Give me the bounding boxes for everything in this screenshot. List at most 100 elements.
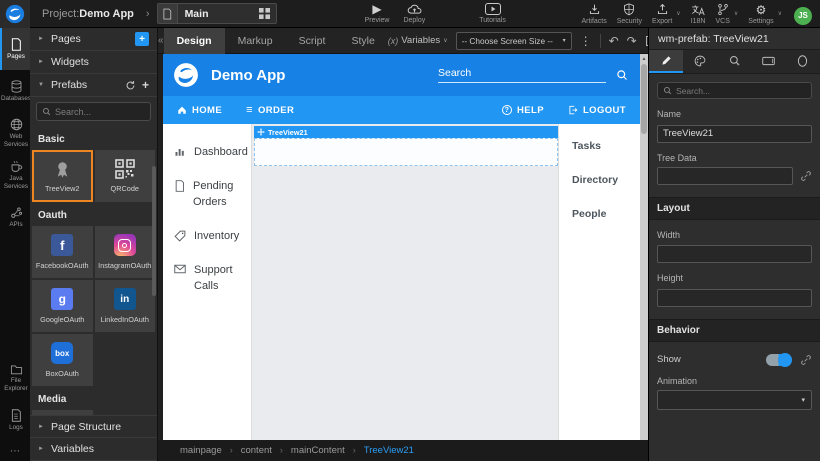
- export-button[interactable]: Export: [652, 3, 672, 25]
- refresh-prefabs-icon[interactable]: [125, 80, 136, 91]
- treeview-widget-label[interactable]: TreeView21: [254, 126, 558, 138]
- tutorials-button[interactable]: Tutorials: [479, 3, 506, 24]
- nav-logout[interactable]: LOGOUT: [568, 105, 626, 116]
- select-caret-icon: ▾: [801, 396, 805, 404]
- tab-device[interactable]: [752, 50, 786, 73]
- breadcrumb-mainpage[interactable]: mainpage: [180, 445, 222, 456]
- sidebar-item-support-calls[interactable]: Support Calls: [163, 254, 251, 304]
- show-toggle[interactable]: [766, 354, 791, 366]
- tree-data-input[interactable]: [657, 167, 793, 185]
- canvas-zone: Demo App Search HOME ≡ ORDER: [158, 54, 648, 440]
- redo-button[interactable]: ↷: [627, 34, 637, 48]
- i18n-button[interactable]: I18N: [691, 4, 706, 25]
- prefab-search[interactable]: [36, 102, 151, 121]
- layout-section-header[interactable]: Layout: [649, 197, 820, 220]
- variables-section-header[interactable]: ► Variables: [30, 438, 157, 461]
- rail-item-logs[interactable]: Logs: [0, 399, 30, 441]
- security-button[interactable]: Security: [617, 3, 642, 25]
- breadcrumb-content[interactable]: content: [222, 445, 272, 456]
- rail-item-file-explorer[interactable]: File Explorer: [0, 357, 30, 399]
- variables-dropdown[interactable]: (x) Variables ∨: [388, 35, 448, 46]
- add-page-button[interactable]: +: [135, 32, 149, 46]
- name-input[interactable]: [657, 125, 812, 143]
- behavior-section-header[interactable]: Behavior: [649, 319, 820, 342]
- panel-item-people[interactable]: People: [572, 208, 640, 220]
- width-input[interactable]: [657, 245, 812, 263]
- animation-select[interactable]: ▾: [657, 390, 812, 410]
- add-prefab-button[interactable]: +: [142, 78, 149, 92]
- prefab-tile-qrcode[interactable]: QRCode: [95, 150, 156, 202]
- wavemaker-logo[interactable]: [0, 0, 30, 28]
- properties-search[interactable]: [657, 82, 812, 99]
- sidebar-item-pending-orders[interactable]: Pending Orders: [163, 170, 251, 220]
- panel-item-directory[interactable]: Directory: [572, 174, 640, 186]
- prefab-tile-media[interactable]: ▶: [32, 410, 93, 415]
- pages-section-header[interactable]: ► Pages +: [30, 28, 157, 51]
- height-input[interactable]: [657, 289, 812, 307]
- prefabs-section-header[interactable]: ▼ Prefabs +: [30, 74, 157, 97]
- treeview-widget[interactable]: TreeView21: [254, 126, 558, 166]
- vcs-button[interactable]: VCS: [715, 3, 729, 25]
- rail-item-pages[interactable]: Pages: [0, 28, 30, 70]
- artifacts-button[interactable]: Artifacts: [581, 3, 606, 25]
- collapsed-arrow-icon: ►: [38, 36, 45, 42]
- prefab-tile-linkedinoauth[interactable]: in LinkedInOAuth: [95, 280, 156, 332]
- linkedin-icon: in: [114, 288, 136, 310]
- properties-search-input[interactable]: [676, 86, 806, 96]
- rail-more-button[interactable]: ⋯: [0, 441, 30, 461]
- explorer-scrollbar[interactable]: [152, 166, 156, 296]
- nav-home[interactable]: HOME: [177, 105, 222, 116]
- rail-item-web-services[interactable]: Web Services: [0, 112, 30, 154]
- tab-inspect[interactable]: [717, 50, 751, 73]
- bind-link-icon[interactable]: [800, 354, 812, 366]
- prefab-tile-googleoauth[interactable]: g GoogleOAuth: [32, 280, 93, 332]
- rail-item-apis[interactable]: APIs: [0, 196, 30, 238]
- widgets-section-header[interactable]: ► Widgets: [30, 51, 157, 74]
- more-options-button[interactable]: ⋮: [580, 34, 592, 48]
- bind-link-icon[interactable]: [800, 170, 812, 182]
- tab-styles[interactable]: [683, 50, 717, 73]
- treeview-widget-body[interactable]: [254, 138, 558, 166]
- prefab-tile-treeview2[interactable]: TreeView2: [32, 150, 93, 202]
- tab-properties[interactable]: [649, 50, 683, 73]
- search-icon[interactable]: [616, 69, 628, 81]
- file-icon: [174, 180, 185, 211]
- prefab-tile-boxoauth[interactable]: box BoxOAuth: [32, 334, 93, 386]
- nav-help[interactable]: ? HELP: [502, 105, 544, 116]
- palette-icon: [694, 55, 706, 67]
- page-structure-section-header[interactable]: ► Page Structure: [30, 415, 157, 438]
- app-logo-icon: [173, 62, 199, 88]
- properties-panel: wm-prefab: TreeView21 Name: [648, 28, 820, 461]
- tab-design[interactable]: Design: [164, 28, 225, 54]
- sidebar-item-inventory[interactable]: Inventory: [163, 220, 251, 254]
- group-title-basic: Basic: [30, 126, 157, 150]
- undo-button[interactable]: ↶: [609, 34, 619, 48]
- envelope-icon: [174, 264, 186, 295]
- panel-item-tasks[interactable]: Tasks: [572, 140, 640, 152]
- settings-button[interactable]: ⚙ Settings: [748, 4, 773, 25]
- canvas-scrollbar[interactable]: ▲: [640, 54, 648, 440]
- preview-button[interactable]: ▶ Preview: [365, 3, 390, 24]
- rail-item-java-services[interactable]: Java Services: [0, 154, 30, 196]
- prefab-tile-facebookoauth[interactable]: f FacebookOAuth: [32, 226, 93, 278]
- breadcrumb-treeview21[interactable]: TreeView21: [345, 445, 414, 456]
- app-body: Dashboard Pending Orders Inventory: [163, 124, 640, 440]
- tab-script[interactable]: Script: [286, 28, 339, 54]
- nav-order[interactable]: ≡ ORDER: [246, 104, 294, 116]
- tab-state[interactable]: [786, 50, 820, 73]
- deploy-button[interactable]: Deploy: [403, 3, 425, 24]
- top-bar: Project:Demo App › Main ▶ Preview Deploy…: [0, 0, 820, 28]
- prefab-tile-instagramoauth[interactable]: InstagramOAuth: [95, 226, 156, 278]
- scroll-up-arrow-icon[interactable]: ▲: [640, 54, 648, 62]
- screen-size-select[interactable]: -- Choose Screen Size -- ▾: [456, 32, 572, 50]
- canvas-scrollbar-thumb[interactable]: [641, 64, 647, 134]
- tab-style[interactable]: Style: [338, 28, 387, 54]
- rail-item-databases[interactable]: Databases: [0, 70, 30, 112]
- prefab-search-input[interactable]: [55, 107, 145, 117]
- tab-markup[interactable]: Markup: [225, 28, 286, 54]
- page-selector[interactable]: Main: [157, 3, 277, 24]
- app-search-field[interactable]: Search: [438, 67, 606, 83]
- breadcrumb-maincontent[interactable]: mainContent: [272, 445, 345, 456]
- sidebar-item-dashboard[interactable]: Dashboard: [163, 136, 251, 170]
- user-avatar[interactable]: JS: [794, 7, 812, 25]
